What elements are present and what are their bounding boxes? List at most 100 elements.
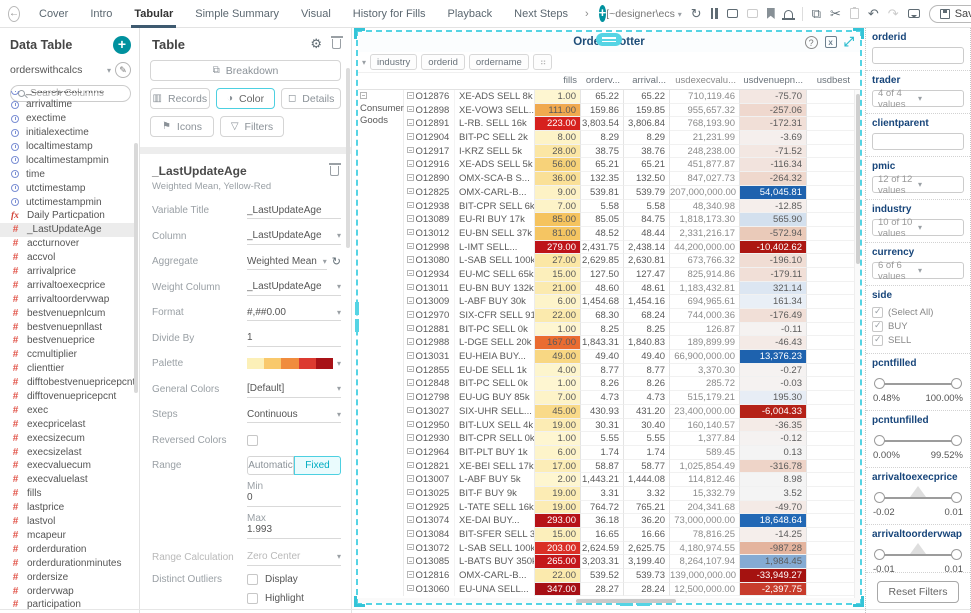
variable-title-input[interactable]: _LastUpdateAge: [247, 202, 341, 220]
help-icon[interactable]: ?: [804, 35, 818, 49]
collapse-icon[interactable]: [407, 256, 414, 263]
collapse-icon[interactable]: [407, 584, 414, 592]
sidebar-column-Daily Particpation[interactable]: fx Daily Particpation: [0, 209, 134, 223]
table-row[interactable]: O13089 EU-RI BUY 17k 85.00 85.05 84.75 1,818,…: [358, 213, 860, 227]
sidebar-column-execpricelast[interactable]: # execpricelast: [0, 417, 134, 431]
sidebar-scrollbar[interactable]: [134, 143, 138, 393]
table-row[interactable]: O12938 BIT-CPR SELL 6k 7.00 5.58 5.58 48,340.…: [358, 199, 860, 214]
table-row[interactable]: O12917 I-KRZ SELL 5k 28.00 38.75 38.76 248,23…: [358, 144, 860, 159]
table-row[interactable]: O13009 L-ABF BUY 30k 6.00 1,454.68 1,454.16 6…: [358, 295, 860, 309]
table-row[interactable]: O12904 BIT-PC SELL 2k 8.00 8.29 8.29 21,231.9…: [358, 131, 860, 145]
sidebar-column-utctimestamp[interactable]: utctimestamp: [0, 181, 134, 195]
table-row[interactable]: O12890 OMX-SCA-B S... 36.00 132.35 132.50 847…: [358, 172, 860, 186]
table-row[interactable]: O12988 L-DGE SELL 20k 167.00 1,843.31 1,840.…: [358, 336, 860, 351]
edit-data-table-button[interactable]: ✎: [115, 62, 131, 78]
filters-button[interactable]: ▽ Filters: [220, 116, 284, 137]
table-row[interactable]: O12816 OMX-CARL-B... 22.00 539.52 539.73 139,…: [358, 569, 860, 583]
weight-column-select[interactable]: _LastUpdateAge ▾: [247, 279, 341, 296]
collapse-icon[interactable]: [407, 105, 414, 113]
sidebar-column-mcapeur[interactable]: # mcapeur: [0, 529, 134, 543]
tab-tabular[interactable]: Tabular: [123, 0, 184, 28]
group-label[interactable]: Consumer Goods: [358, 91, 404, 127]
icons-button[interactable]: ⚑ Icons: [150, 116, 214, 137]
sidebar-column-lastprice[interactable]: # lastprice: [0, 501, 134, 515]
table-row[interactable]: O12855 EU-DE SELL 1k 4.00 8.77 8.77 3,370.30-…: [358, 363, 860, 378]
tab-next-steps[interactable]: Next Steps: [503, 0, 579, 28]
breakdown-chip-orderid[interactable]: orderid: [421, 54, 465, 70]
table-row[interactable]: O12964 BIT-PLT BUY 1k 6.00 1.74 1.74 589.45 0.…: [358, 445, 860, 460]
tab-history-for-fills[interactable]: History for Fills: [342, 0, 437, 28]
collapse-icon[interactable]: [407, 543, 414, 551]
table-row[interactable]: O13072 L-SAB SELL 100k 203.00 2,624.59 2,625…: [358, 541, 860, 556]
sidebar-column-localtimestamp[interactable]: localtimestamp: [0, 140, 134, 154]
undo-icon[interactable]: ↶: [868, 6, 879, 22]
trader-filter-select[interactable]: 4 of 4 values ▾: [872, 88, 964, 110]
table-row[interactable]: O12970 SIX-CFR SELL 91k 22.00 68.30 68.24 744…: [358, 309, 860, 323]
tab-intro[interactable]: Intro: [79, 0, 123, 28]
collapse-icon[interactable]: [407, 352, 414, 359]
table-row[interactable]: O12934 EU-MC SELL 65k 15.00 127.50 127.47 825…: [358, 267, 860, 282]
snapshot-icon[interactable]: [726, 9, 738, 18]
cut-icon[interactable]: ✂: [830, 6, 841, 22]
reversed-colors-checkbox[interactable]: [247, 434, 258, 446]
collapse-icon[interactable]: [407, 201, 414, 208]
highlight-checkbox[interactable]: [247, 593, 258, 604]
sidebar-column-_LastUpdateTime[interactable]: _LastUpdateTime: [0, 91, 134, 98]
table-row[interactable]: O13012 EU-BN SELL 37k 81.00 48.52 48.44 2,331…: [358, 226, 860, 241]
back-icon[interactable]: ←: [8, 5, 20, 22]
table-row[interactable]: O12848 BIT-PC SELL 0k 1.00 8.26 8.26 285.72 -0…: [358, 377, 860, 392]
table-row[interactable]: O12825 OMX-CARL-B... 9.00 539.81 539.79 207,0…: [358, 185, 860, 200]
sidebar-column-ordervwap[interactable]: # ordervwap: [0, 584, 134, 598]
collapse-icon[interactable]: [407, 119, 414, 126]
sidebar-column-arrivalprice[interactable]: # arrivalprice: [0, 265, 134, 279]
pmic-filter-select[interactable]: 12 of 12 values ▾: [872, 174, 964, 196]
sidebar-column-clienttier[interactable]: # clienttier: [0, 362, 134, 376]
range-fixed-button[interactable]: Fixed: [294, 456, 341, 476]
excel-export-icon[interactable]: x: [824, 36, 837, 48]
table-row[interactable]: O13011 EU-BN BUY 132k 21.00 48.60 48.61 1,183…: [358, 281, 860, 296]
collapse-icon[interactable]: [407, 461, 414, 469]
column-header-usdbest[interactable]: usdbest: [807, 73, 854, 89]
sidebar-column-bestvenueprice[interactable]: # bestvenueprice: [0, 334, 134, 348]
collapse-icon[interactable]: [407, 338, 414, 345]
workbook-path-menu[interactable]: [~designer\ecs ▾: [606, 8, 682, 20]
collapse-icon[interactable]: [407, 571, 414, 578]
column-header-usdvenuepnl[interactable]: usdvenuepn...: [740, 73, 807, 89]
currency-filter-select[interactable]: 6 of 6 values ▾: [872, 260, 964, 282]
collapse-icon[interactable]: [407, 215, 414, 222]
add-data-table-button[interactable]: +: [113, 36, 131, 54]
trash-icon[interactable]: [330, 36, 343, 49]
sidebar-column-accturnover[interactable]: # accturnover: [0, 237, 134, 251]
sidebar-column-difftovenuepricepcnt[interactable]: # difftovenuepricepcnt: [0, 390, 134, 404]
min-input[interactable]: 0: [247, 492, 341, 507]
side-option-buy[interactable]: BUY: [872, 319, 964, 333]
sidebar-column-exectime[interactable]: exectime: [0, 112, 134, 126]
collapse-icon[interactable]: [407, 324, 414, 332]
sidebar-column-execvaluecum[interactable]: # execvaluecum: [0, 459, 134, 473]
sidebar-column-fills[interactable]: # fills: [0, 487, 134, 501]
breakdown-chip-industry[interactable]: industry: [370, 54, 418, 70]
divide-by-input[interactable]: 1: [247, 330, 341, 347]
records-button[interactable]: ▥ Records: [150, 88, 210, 109]
sidebar-column-execvaluelast[interactable]: # execvaluelast: [0, 473, 134, 487]
panel-scrollbar[interactable]: [346, 68, 350, 248]
side-option-sell[interactable]: SELL: [872, 333, 964, 347]
format-select[interactable]: #,##0.00 ▾: [247, 304, 341, 322]
sidebar-column-exec[interactable]: # exec: [0, 403, 134, 417]
sidebar-column-arrivaltoexecprice[interactable]: # arrivaltoexecprice: [0, 278, 134, 292]
sidebar-column-arrivaltoordervwap[interactable]: # arrivaltoordervwap: [0, 292, 134, 306]
sidebar-column-ccmultiplier[interactable]: # ccmultiplier: [0, 348, 134, 362]
collapse-icon[interactable]: [407, 228, 414, 236]
collapse-icon[interactable]: [407, 92, 414, 99]
table-row[interactable]: O12998 L-IMT SELL... 279.00 2,431.75 2,438.1…: [358, 240, 860, 255]
collapse-icon[interactable]: [407, 406, 414, 414]
collapse-icon[interactable]: [407, 488, 414, 496]
table-row[interactable]: O12891 L-RB. SELL 16k 223.00 3,803.54 3,806.…: [358, 117, 860, 132]
sidebar-column-lastvol[interactable]: # lastvol: [0, 515, 134, 529]
sidebar-column-accvol[interactable]: # accvol: [0, 251, 134, 265]
sidebar-column-difftobestvenuepricepcnt[interactable]: # difftobestvenuepricepcnt: [0, 376, 134, 390]
pcntfilled-slider[interactable]: [874, 377, 962, 391]
refresh-icon[interactable]: ↻: [691, 6, 702, 22]
maximize-icon[interactable]: ⤢: [844, 34, 854, 50]
sidebar-column-ordersize[interactable]: # ordersize: [0, 570, 134, 584]
